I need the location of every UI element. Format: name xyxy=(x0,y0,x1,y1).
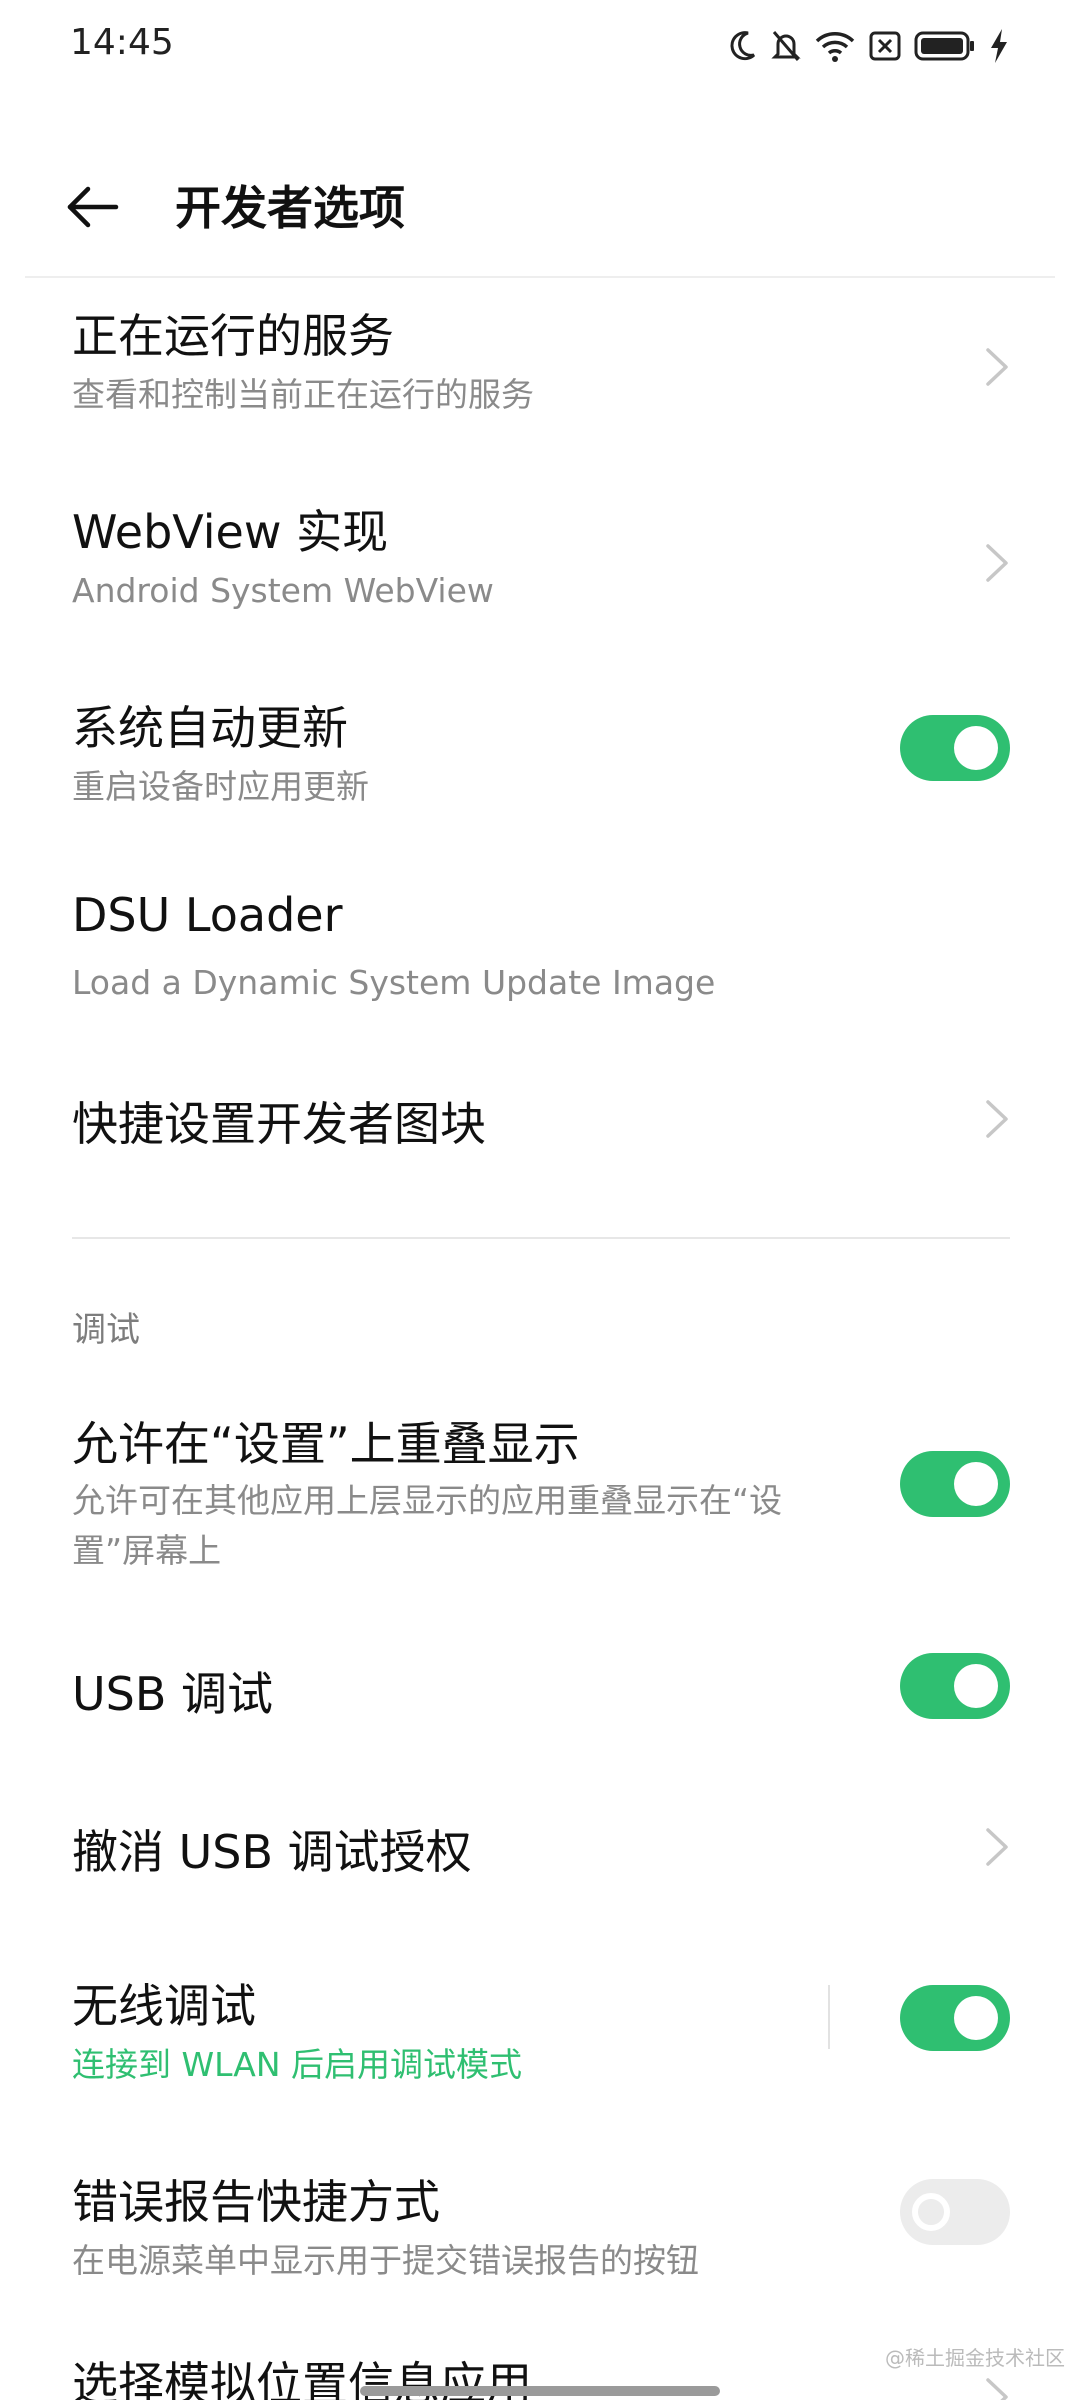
app-bar: 开发者选项 xyxy=(0,150,1080,270)
setting-system-auto-update: 系统自动更新 重启设备时应用更新 xyxy=(0,684,1080,834)
battery-icon xyxy=(914,31,974,61)
toggle-knob xyxy=(954,1462,998,1506)
setting-title: 正在运行的服务 xyxy=(72,309,394,363)
chevron-right-icon xyxy=(986,1100,1008,1138)
sim-card-x-icon xyxy=(869,31,901,61)
back-button[interactable] xyxy=(60,172,130,242)
toggle-knob xyxy=(954,726,998,770)
setting-wireless-debugging[interactable]: 无线调试 连接到 WLAN 后启用调试模式 xyxy=(0,1962,1080,2112)
moon-icon xyxy=(730,31,756,61)
chevron-right-icon xyxy=(986,2378,1008,2400)
setting-title: 允许在“设置”上重叠显示 xyxy=(72,1417,580,1471)
section-header-debug: 调试 xyxy=(72,1310,140,1350)
toggle-knob xyxy=(912,2193,950,2231)
setting-title: USB 调试 xyxy=(72,1667,274,1721)
wifi-icon xyxy=(815,32,855,62)
setting-subtitle: Android System WebView xyxy=(72,571,494,610)
setting-usb-debugging: USB 调试 xyxy=(0,1650,1080,1750)
setting-webview-implementation[interactable]: WebView 实现 Android System WebView xyxy=(0,488,1080,638)
setting-title: 无线调试 xyxy=(72,1979,256,2033)
setting-running-services[interactable]: 正在运行的服务 查看和控制当前正在运行的服务 xyxy=(0,292,1080,442)
status-icons xyxy=(728,28,1010,64)
bell-off-icon xyxy=(771,31,801,61)
setting-dsu-loader[interactable]: DSU Loader Load a Dynamic System Update … xyxy=(0,880,1080,1030)
setting-allow-overlay-on-settings: 允许在“设置”上重叠显示 允许可在其他应用上层显示的应用重叠显示在“设置”屏幕上 xyxy=(0,1400,1080,1580)
chevron-right-icon xyxy=(986,1828,1008,1866)
setting-title: 系统自动更新 xyxy=(72,701,348,755)
home-indicator[interactable] xyxy=(360,2386,720,2396)
page-title: 开发者选项 xyxy=(175,181,405,235)
chevron-right-icon xyxy=(986,544,1008,582)
allow-overlay-toggle[interactable] xyxy=(900,1451,1010,1517)
setting-title: WebView 实现 xyxy=(72,505,389,559)
watermark: @稀土掘金技术社区 xyxy=(885,2346,1065,2370)
setting-quick-settings-developer-tiles[interactable]: 快捷设置开发者图块 xyxy=(0,1080,1080,1180)
setting-title: 快捷设置开发者图块 xyxy=(72,1097,486,1151)
setting-title: 撤消 USB 调试授权 xyxy=(72,1825,472,1879)
chevron-right-icon xyxy=(986,348,1008,386)
vertical-divider xyxy=(828,1985,830,2049)
setting-subtitle: Load a Dynamic System Update Image xyxy=(72,963,716,1002)
status-time: 14:45 xyxy=(70,22,174,63)
setting-revoke-usb-debugging[interactable]: 撤消 USB 调试授权 xyxy=(0,1808,1080,1908)
setting-subtitle: 查看和控制当前正在运行的服务 xyxy=(72,375,534,414)
system-auto-update-toggle[interactable] xyxy=(900,715,1010,781)
toggle-knob xyxy=(954,1664,998,1708)
toggle-knob xyxy=(954,1996,998,2040)
setting-subtitle: 在电源菜单中显示用于提交错误报告的按钮 xyxy=(72,2241,699,2280)
section-divider xyxy=(72,1237,1010,1239)
setting-subtitle: 允许可在其他应用上层显示的应用重叠显示在“设置”屏幕上 xyxy=(72,1481,783,1570)
charging-bolt-icon xyxy=(991,29,1007,63)
arrow-left-icon xyxy=(67,186,119,228)
setting-subtitle: 连接到 WLAN 后启用调试模式 xyxy=(72,2045,523,2084)
setting-bug-report-shortcut: 错误报告快捷方式 在电源菜单中显示用于提交错误报告的按钮 xyxy=(0,2158,1080,2308)
bug-report-shortcut-toggle[interactable] xyxy=(900,2179,1010,2245)
setting-title: 错误报告快捷方式 xyxy=(72,2175,440,2229)
setting-subtitle: 重启设备时应用更新 xyxy=(72,767,369,806)
usb-debugging-toggle[interactable] xyxy=(900,1653,1010,1719)
setting-title: DSU Loader xyxy=(72,888,343,942)
status-bar: 14:45 xyxy=(0,0,1080,96)
app-bar-divider xyxy=(25,276,1055,278)
wireless-debugging-toggle[interactable] xyxy=(900,1985,1010,2051)
